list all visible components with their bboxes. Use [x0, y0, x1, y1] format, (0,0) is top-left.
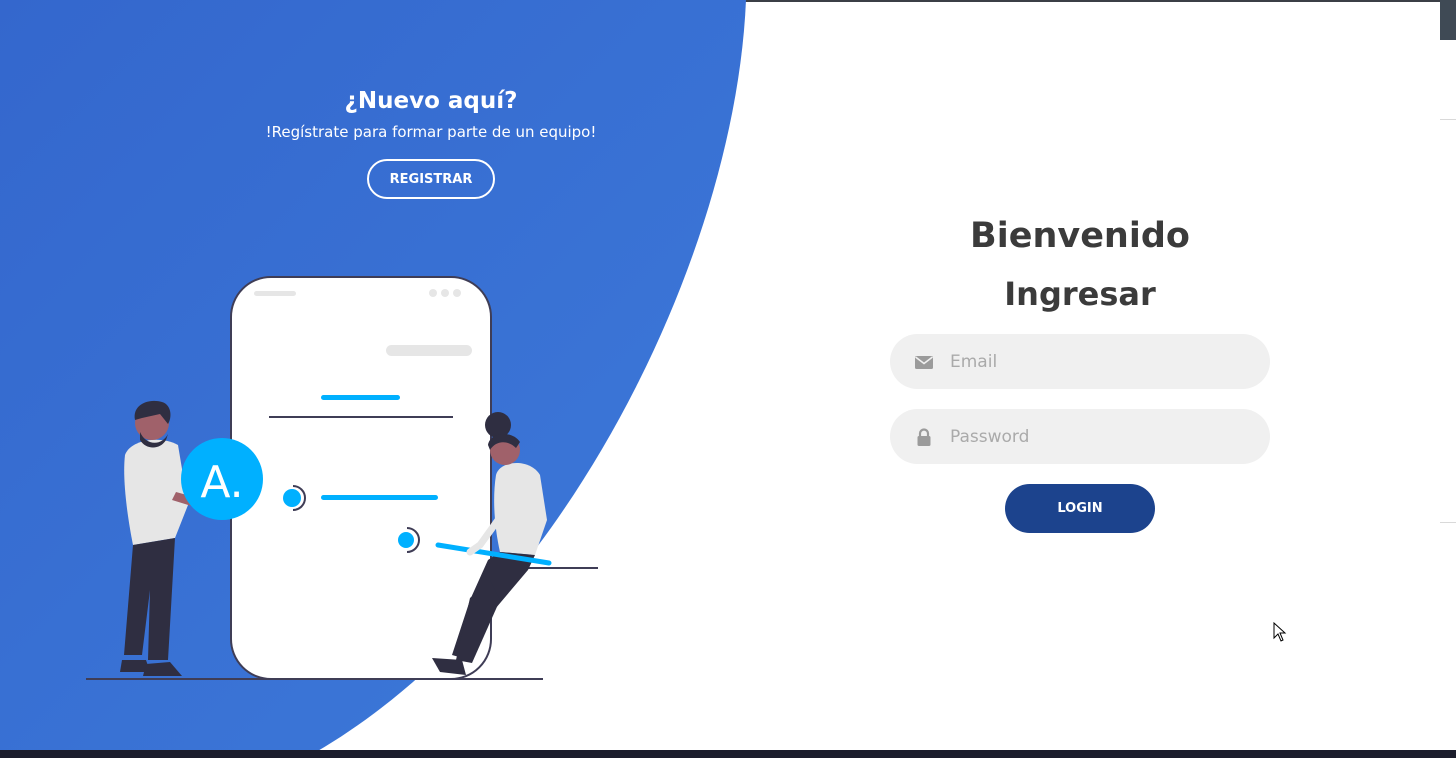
password-field[interactable] [890, 409, 1270, 464]
phone-illustration [230, 276, 492, 680]
letter-badge: A. [181, 438, 263, 520]
browser-right-edge [1440, 0, 1456, 758]
register-button[interactable]: REGISTRAR [367, 159, 495, 199]
edge-divider [1440, 119, 1456, 120]
edge-divider [1440, 522, 1456, 523]
email-input[interactable] [950, 334, 1250, 389]
lock-icon [917, 428, 931, 446]
signup-illustration: A. [86, 276, 598, 680]
password-input[interactable] [950, 409, 1250, 464]
badge-letter: A. [200, 457, 243, 508]
mouse-pointer-icon [1273, 622, 1287, 642]
signup-panel: ¿Nuevo aquí? !Regístrate para formar par… [216, 86, 646, 199]
login-panel: Bienvenido Ingresar LOGIN [880, 212, 1280, 533]
taskbar-strip [0, 750, 1456, 758]
email-field[interactable] [890, 334, 1270, 389]
scrollbar-thumb[interactable] [1440, 0, 1456, 40]
login-heading: Ingresar [1004, 275, 1156, 313]
signup-subtitle: !Regístrate para formar parte de un equi… [265, 123, 597, 141]
welcome-heading: Bienvenido [970, 216, 1190, 256]
signup-title: ¿Nuevo aquí? [344, 88, 518, 114]
envelope-icon [915, 356, 933, 369]
login-button[interactable]: LOGIN [1005, 484, 1155, 533]
man-illustration [120, 400, 205, 676]
